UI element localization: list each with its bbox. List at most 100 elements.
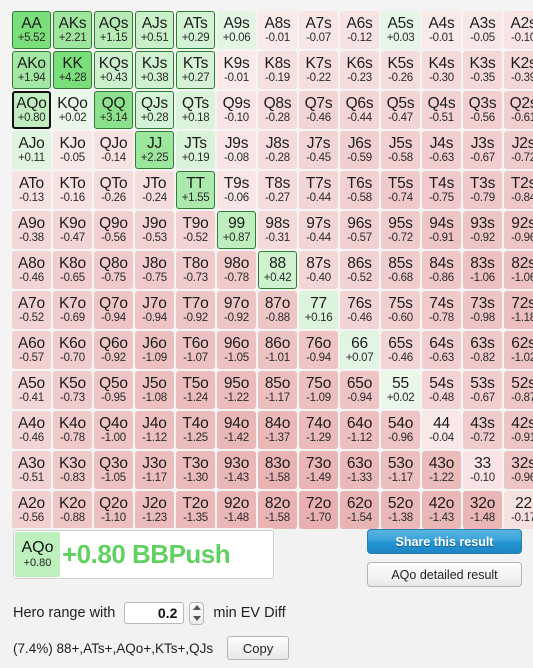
hand-cell-KJo[interactable]: KJo -0.05 <box>53 131 92 169</box>
hand-cell-83s[interactable]: 83s -1.06 <box>463 251 502 289</box>
hand-cell-AA[interactable]: AA +5.52 <box>12 11 51 49</box>
hand-cell-Q3o[interactable]: Q3o -1.05 <box>94 451 133 489</box>
hand-cell-A6o[interactable]: A6o -0.57 <box>12 331 51 369</box>
hand-cell-KK[interactable]: KK +4.28 <box>53 51 92 89</box>
hand-cell-A5o[interactable]: A5o -0.41 <box>12 371 51 409</box>
hand-cell-A6s[interactable]: A6s -0.12 <box>340 11 379 49</box>
hand-cell-K7s[interactable]: K7s -0.22 <box>299 51 338 89</box>
hand-cell-JTs[interactable]: JTs +0.19 <box>176 131 215 169</box>
hand-cell-85s[interactable]: 85s -0.68 <box>381 251 420 289</box>
hand-cell-J6s[interactable]: J6s -0.59 <box>340 131 379 169</box>
hand-cell-52s[interactable]: 52s-0.87 <box>504 371 533 409</box>
hand-cell-65s[interactable]: 65s -0.46 <box>381 331 420 369</box>
share-result-button[interactable]: Share this result <box>367 529 522 554</box>
hand-cell-84s[interactable]: 84s -0.86 <box>422 251 461 289</box>
hand-cell-97s[interactable]: 97s -0.44 <box>299 211 338 249</box>
hand-cell-J5o[interactable]: J5o -1.08 <box>135 371 174 409</box>
hand-cell-T7o[interactable]: T7o -0.92 <box>176 291 215 329</box>
hand-cell-JTo[interactable]: JTo -0.24 <box>135 171 174 209</box>
hand-cell-73o[interactable]: 73o -1.49 <box>299 451 338 489</box>
hand-cell-43o[interactable]: 43o -1.22 <box>422 451 461 489</box>
hand-cell-J5s[interactable]: J5s -0.58 <box>381 131 420 169</box>
hand-cell-J3o[interactable]: J3o -1.17 <box>135 451 174 489</box>
hand-cell-85o[interactable]: 85o -1.17 <box>258 371 297 409</box>
hand-cell-43s[interactable]: 43s -0.72 <box>463 411 502 449</box>
hand-cell-Q4o[interactable]: Q4o -1.00 <box>94 411 133 449</box>
hand-cell-62s[interactable]: 62s-1.02 <box>504 331 533 369</box>
hand-cell-T7s[interactable]: T7s -0.44 <box>299 171 338 209</box>
hand-cell-44[interactable]: 44 -0.04 <box>422 411 461 449</box>
hand-cell-Q6o[interactable]: Q6o -0.92 <box>94 331 133 369</box>
hand-cell-53s[interactable]: 53s -0.67 <box>463 371 502 409</box>
hand-cell-T6s[interactable]: T6s -0.58 <box>340 171 379 209</box>
hand-cell-94s[interactable]: 94s -0.91 <box>422 211 461 249</box>
hand-cell-63o[interactable]: 63o -1.33 <box>340 451 379 489</box>
hand-cell-T4s[interactable]: T4s -0.75 <box>422 171 461 209</box>
hand-cell-54o[interactable]: 54o -0.96 <box>381 411 420 449</box>
hand-cell-95o[interactable]: 95o -1.22 <box>217 371 256 409</box>
hand-cell-J2s[interactable]: J2s-0.72 <box>504 131 533 169</box>
hand-cell-86o[interactable]: 86o -1.01 <box>258 331 297 369</box>
hand-cell-87s[interactable]: 87s -0.40 <box>299 251 338 289</box>
hand-cell-32s[interactable]: 32s-0.96 <box>504 451 533 489</box>
hand-cell-K3o[interactable]: K3o -0.83 <box>53 451 92 489</box>
hand-cell-98o[interactable]: 98o -0.78 <box>217 251 256 289</box>
hand-cell-95s[interactable]: 95s -0.72 <box>381 211 420 249</box>
hand-cell-65o[interactable]: 65o -0.94 <box>340 371 379 409</box>
hand-cell-ATo[interactable]: ATo -0.13 <box>12 171 51 209</box>
hand-cell-Q3s[interactable]: Q3s -0.56 <box>463 91 502 129</box>
hand-cell-AJo[interactable]: AJo +0.11 <box>12 131 51 169</box>
hand-cell-K5s[interactable]: K5s -0.26 <box>381 51 420 89</box>
hand-cell-Q4s[interactable]: Q4s -0.51 <box>422 91 461 129</box>
hand-cell-J3s[interactable]: J3s -0.67 <box>463 131 502 169</box>
hand-cell-Q5o[interactable]: Q5o -0.95 <box>94 371 133 409</box>
hand-cell-J7o[interactable]: J7o -0.94 <box>135 291 174 329</box>
hand-cell-T5s[interactable]: T5s -0.74 <box>381 171 420 209</box>
hand-cell-73s[interactable]: 73s -0.98 <box>463 291 502 329</box>
hand-cell-42s[interactable]: 42s-0.91 <box>504 411 533 449</box>
stepper-up-icon[interactable] <box>192 605 201 611</box>
hand-cell-J9s[interactable]: J9s -0.08 <box>217 131 256 169</box>
hand-cell-74s[interactable]: 74s -0.78 <box>422 291 461 329</box>
hand-cell-T6o[interactable]: T6o -1.07 <box>176 331 215 369</box>
hand-cell-98s[interactable]: 98s -0.31 <box>258 211 297 249</box>
hand-cell-A8o[interactable]: A8o -0.46 <box>12 251 51 289</box>
hand-cell-KQs[interactable]: KQs +0.43 <box>94 51 133 89</box>
hand-cell-QTs[interactable]: QTs +0.18 <box>176 91 215 129</box>
hand-cell-76s[interactable]: 76s -0.46 <box>340 291 379 329</box>
hand-cell-A9o[interactable]: A9o -0.38 <box>12 211 51 249</box>
hand-cell-J9o[interactable]: J9o -0.53 <box>135 211 174 249</box>
hand-cell-T4o[interactable]: T4o -1.25 <box>176 411 215 449</box>
hand-cell-86s[interactable]: 86s -0.52 <box>340 251 379 289</box>
hand-cell-J8o[interactable]: J8o -0.75 <box>135 251 174 289</box>
hand-cell-K8s[interactable]: K8s -0.19 <box>258 51 297 89</box>
hand-cell-93o[interactable]: 93o -1.43 <box>217 451 256 489</box>
hand-cell-84o[interactable]: 84o -1.37 <box>258 411 297 449</box>
hand-cell-QJs[interactable]: QJs +0.28 <box>135 91 174 129</box>
hand-cell-QQ[interactable]: QQ +3.14 <box>94 91 133 129</box>
hand-cell-A9s[interactable]: A9s +0.06 <box>217 11 256 49</box>
hand-cell-T3s[interactable]: T3s -0.79 <box>463 171 502 209</box>
hand-cell-A7o[interactable]: A7o -0.52 <box>12 291 51 329</box>
hand-cell-J4o[interactable]: J4o -1.12 <box>135 411 174 449</box>
hand-cell-Q9s[interactable]: Q9s -0.10 <box>217 91 256 129</box>
hand-cell-82s[interactable]: 82s-1.06 <box>504 251 533 289</box>
hand-cell-KJs[interactable]: KJs +0.38 <box>135 51 174 89</box>
hand-cell-QTo[interactable]: QTo -0.26 <box>94 171 133 209</box>
hand-cell-33[interactable]: 33 -0.10 <box>463 451 502 489</box>
hand-cell-A2s[interactable]: A2s-0.10 <box>504 11 533 49</box>
hand-cell-64o[interactable]: 64o -1.12 <box>340 411 379 449</box>
hand-cell-T9o[interactable]: T9o -0.52 <box>176 211 215 249</box>
hand-cell-Q2s[interactable]: Q2s-0.61 <box>504 91 533 129</box>
hand-cell-K8o[interactable]: K8o -0.65 <box>53 251 92 289</box>
hand-cell-AQs[interactable]: AQs +1.15 <box>94 11 133 49</box>
hand-cell-96o[interactable]: 96o -1.05 <box>217 331 256 369</box>
hand-cell-K3s[interactable]: K3s -0.35 <box>463 51 502 89</box>
hand-cell-KTo[interactable]: KTo -0.16 <box>53 171 92 209</box>
hand-cell-93s[interactable]: 93s -0.92 <box>463 211 502 249</box>
hand-cell-A5s[interactable]: A5s +0.03 <box>381 11 420 49</box>
hand-cell-K9s[interactable]: K9s -0.01 <box>217 51 256 89</box>
hand-cell-A7s[interactable]: A7s -0.07 <box>299 11 338 49</box>
hand-cell-Q5s[interactable]: Q5s -0.47 <box>381 91 420 129</box>
hand-cell-92s[interactable]: 92s-0.96 <box>504 211 533 249</box>
